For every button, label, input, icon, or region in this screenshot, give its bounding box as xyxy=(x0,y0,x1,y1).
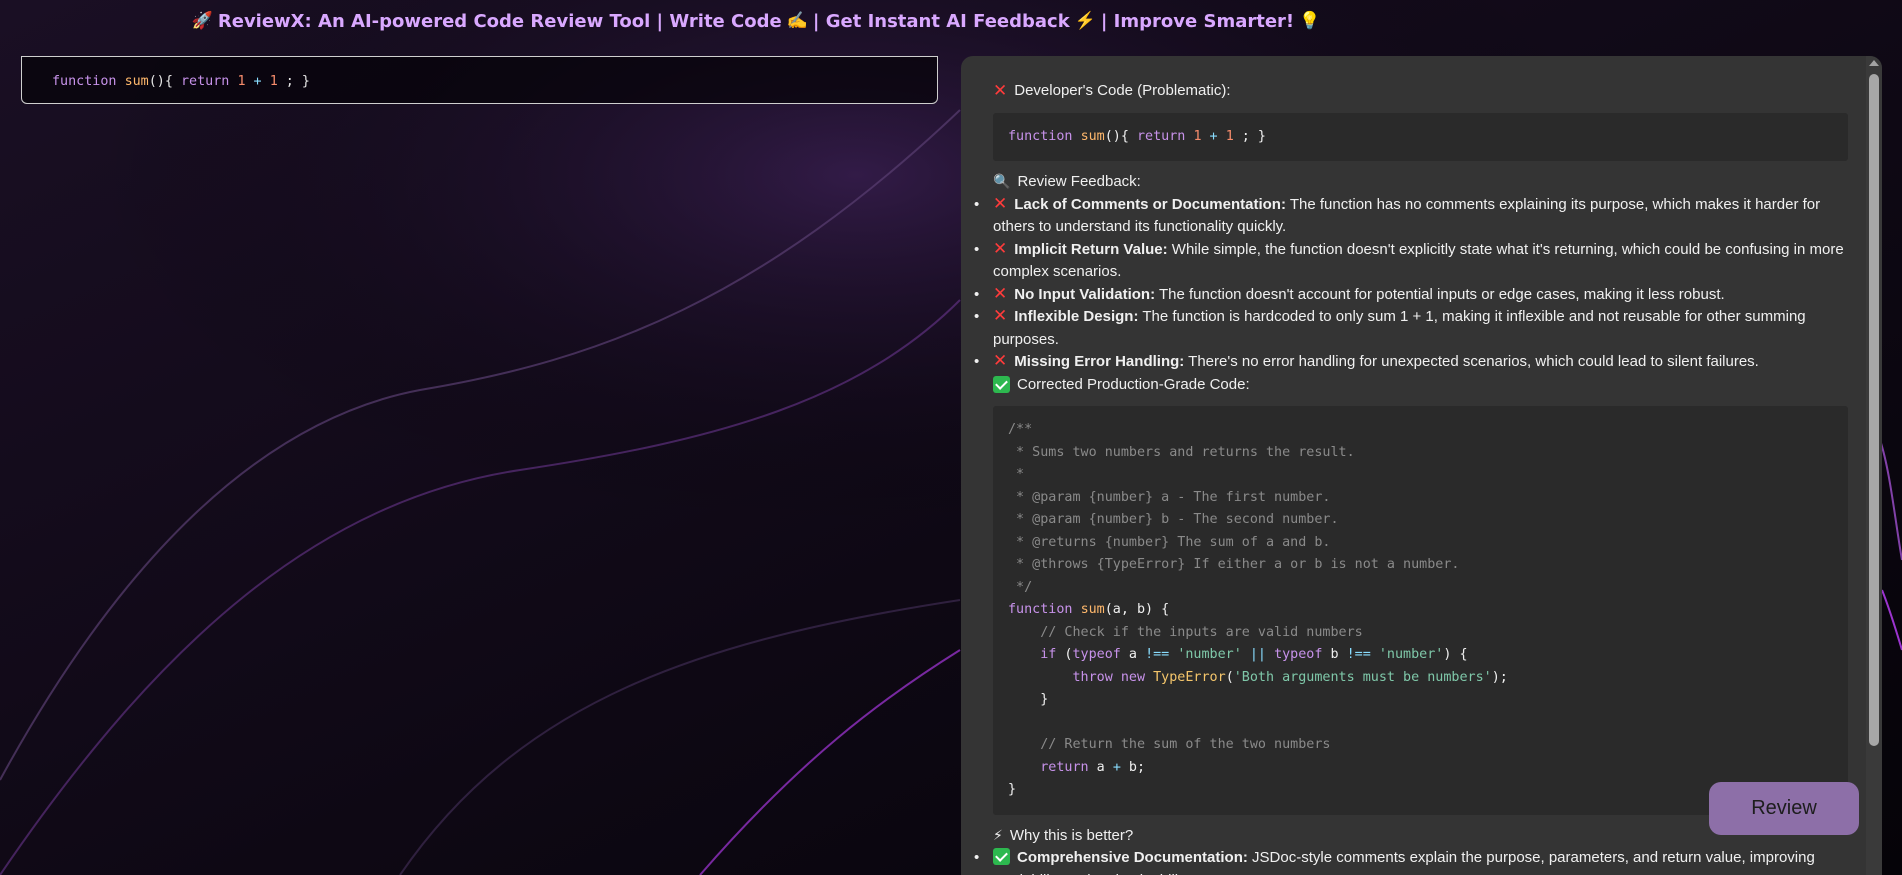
scroll-up-arrow-icon[interactable] xyxy=(1869,60,1879,66)
review-button[interactable]: Review xyxy=(1709,782,1859,835)
list-item: ✕Implicit Return Value: While simple, th… xyxy=(974,238,1848,284)
editor-code[interactable]: function sum(){ return 1 + 1 ; } xyxy=(52,71,310,94)
cross-mark-icon: ✕ xyxy=(993,193,1008,214)
cross-mark-icon: ✕ xyxy=(993,351,1008,371)
rocket-icon: 🚀 xyxy=(191,11,213,30)
check-mark-icon xyxy=(993,848,1010,865)
benefits-list: Comprehensive Documentation: JSDoc-style… xyxy=(974,847,1848,875)
list-item: ✕Inflexible Design: The function is hard… xyxy=(974,306,1848,351)
cross-mark-icon: ✕ xyxy=(993,306,1008,326)
check-mark-icon xyxy=(993,376,1010,394)
list-item: ✕Lack of Comments or Documentation: The … xyxy=(974,193,1848,239)
developers-code-block: function sum(){ return 1 + 1 ; } xyxy=(993,112,1848,161)
cross-mark-icon: ✕ xyxy=(993,238,1008,259)
lightbulb-icon: 💡 xyxy=(1299,11,1321,30)
header-improve-text: | Improve Smarter! xyxy=(1100,10,1295,32)
magnifier-icon: 🔍 xyxy=(993,174,1011,190)
lightning-icon: ⚡ xyxy=(993,827,1003,844)
issues-list: ✕Lack of Comments or Documentation: The … xyxy=(974,193,1848,374)
list-item: ✕Missing Error Handling: There's no erro… xyxy=(974,351,1848,374)
review-feedback-heading: 🔍 Review Feedback: xyxy=(993,171,1848,194)
review-panel[interactable]: ✕ Developer's Code (Problematic): functi… xyxy=(961,56,1882,875)
cross-mark-icon: ✕ xyxy=(993,283,1008,304)
cross-mark-icon: ✕ xyxy=(993,80,1008,101)
corrected-code-heading: Corrected Production-Grade Code: xyxy=(993,374,1848,397)
list-item: ✕No Input Validation: The function doesn… xyxy=(974,283,1848,307)
panel-scrollbar[interactable] xyxy=(1866,56,1882,875)
header-feedback-text: | Get Instant AI Feedback xyxy=(812,10,1070,32)
list-item: Comprehensive Documentation: JSDoc-style… xyxy=(974,847,1848,875)
app-header: 🚀 ReviewX: An AI-powered Code Review Too… xyxy=(0,0,1902,42)
developers-code-heading: ✕ Developer's Code (Problematic): xyxy=(993,80,1231,101)
app-title: ReviewX: An AI-powered Code Review Tool … xyxy=(217,10,782,32)
writing-hand-icon: ✍️ xyxy=(786,11,808,30)
lightning-icon: ⚡ xyxy=(1074,11,1096,30)
code-editor[interactable]: function sum(){ return 1 + 1 ; } xyxy=(21,56,938,104)
corrected-code-block: /** * Sums two numbers and returns the r… xyxy=(993,406,1848,815)
scrollbar-thumb[interactable] xyxy=(1869,74,1879,746)
